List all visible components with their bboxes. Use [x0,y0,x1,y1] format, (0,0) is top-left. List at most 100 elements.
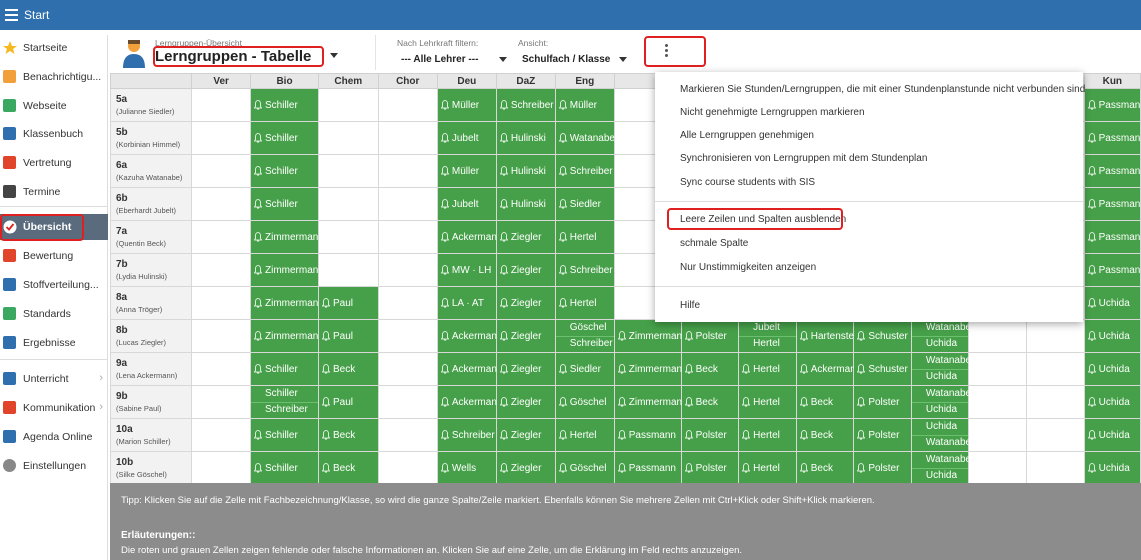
table-cell[interactable]: Jubelt Hertel [738,319,797,353]
column-header[interactable]: DaZ [495,73,556,89]
sidebar-item-bewertung[interactable]: Bewertung [0,243,108,269]
table-cell[interactable] [377,253,438,287]
table-cell[interactable]: Hertel [554,220,615,254]
column-header[interactable]: Eng [554,73,615,89]
sidebar-item-klassenbuch[interactable]: Klassenbuch [0,121,108,147]
table-cell[interactable] [377,385,438,419]
table-cell[interactable] [1026,352,1085,386]
table-cell[interactable]: Passmann [1083,121,1141,155]
table-cell[interactable]: Zimmermann [249,220,324,254]
table-cell[interactable]: Passmann [1083,187,1141,221]
sidebar-item-startseite[interactable]: Startseite [0,35,108,61]
table-cell[interactable] [377,286,438,320]
dropdown-item[interactable]: Markieren Sie Stunden/Lerngruppen, die m… [680,84,1085,95]
table-cell[interactable]: Schiller [249,187,320,221]
table-cell[interactable]: Watanabe Uchida [910,352,971,386]
row-header[interactable]: 10b (Silke Göschel) [109,451,193,485]
table-cell[interactable]: Watanabe [554,121,615,155]
table-cell[interactable] [191,88,251,122]
table-cell[interactable]: Polster [853,451,912,485]
table-cell[interactable] [318,154,379,188]
table-cell[interactable]: Siedler [554,352,615,386]
table-cell[interactable]: Uchida [1083,385,1141,419]
table-cell[interactable]: Zimmermann [613,385,688,419]
table-cell[interactable]: Hulinski [495,154,556,188]
table-cell[interactable]: Beck [680,352,740,386]
table-cell[interactable]: Ackermann [436,385,502,419]
table-cell[interactable]: Schreiber [495,88,556,122]
column-header[interactable]: Chor [377,73,438,89]
table-cell[interactable] [377,352,438,386]
table-cell[interactable]: Paul [318,319,379,353]
table-cell[interactable]: Wells [436,451,497,485]
table-cell[interactable] [968,352,1028,386]
table-cell[interactable]: Beck [318,352,379,386]
table-cell[interactable] [191,253,251,287]
table-cell[interactable]: Schiller [249,88,320,122]
view-select[interactable]: Schulfach / Klasse [522,54,610,65]
table-cell[interactable]: Hertel [738,418,797,452]
table-cell[interactable] [1026,385,1085,419]
row-header[interactable]: 7b (Lydia Hulinski) [109,253,193,287]
table-cell[interactable]: Göschel [554,451,615,485]
table-cell[interactable]: Schreiber [436,418,497,452]
table-cell[interactable]: Uchida Watanabe [910,418,971,452]
table-cell[interactable]: Hertel [738,451,797,485]
view-chevron-icon[interactable] [619,57,627,62]
table-cell[interactable] [377,418,438,452]
table-cell[interactable] [377,154,438,188]
table-cell[interactable]: Schuster [853,319,912,353]
table-cell[interactable] [377,319,438,353]
dropdown-item[interactable]: Synchronisieren von Lerngruppen mit dem … [680,153,927,164]
table-cell[interactable] [377,187,438,221]
dropdown-item[interactable]: Nicht genehmigte Lerngruppen markieren [680,107,865,118]
column-header[interactable]: Ver [191,73,251,89]
table-cell[interactable]: Göschel [554,385,615,419]
table-cell[interactable] [377,121,438,155]
table-cell[interactable] [191,385,251,419]
table-cell[interactable]: Ziegler [495,220,556,254]
row-header[interactable]: 5a (Julianne Siedler) [109,88,193,122]
table-cell[interactable]: Jubelt [436,187,497,221]
row-header[interactable]: 8a (Anna Tröger) [109,286,193,320]
table-cell[interactable]: Beck [795,418,855,452]
table-cell[interactable] [191,286,251,320]
table-cell[interactable]: Ackermann [436,319,502,353]
table-cell[interactable]: Polster [680,319,740,353]
sidebar-item-termine[interactable]: Termine [0,179,108,205]
row-header[interactable]: 9b (Sabine Paul) [109,385,193,419]
table-cell[interactable]: Siedler [554,187,615,221]
table-cell[interactable]: Hertel [554,418,615,452]
table-cell[interactable]: Göschel Schreiber [554,319,615,353]
table-cell[interactable]: Schreiber [554,253,615,287]
column-header[interactable]: Kun [1083,73,1141,89]
table-cell[interactable] [377,88,438,122]
table-cell[interactable]: Polster [680,418,740,452]
table-cell[interactable]: Uchida [1083,418,1141,452]
column-header[interactable]: Bio [249,73,320,89]
table-cell[interactable]: Ziegler [495,253,556,287]
app-title[interactable]: Start [24,8,49,22]
table-cell[interactable]: Hulinski [495,187,556,221]
table-cell[interactable]: Uchida [1083,319,1141,353]
table-cell[interactable]: Passmann [613,418,682,452]
table-cell[interactable] [191,121,251,155]
dropdown-item[interactable]: schmale Spalte [680,238,748,249]
row-header[interactable]: 5b (Korbinian Himmel) [109,121,193,155]
table-cell[interactable]: LA · AT [436,286,497,320]
table-cell[interactable]: Jubelt [436,121,497,155]
sidebar-item-agenda-online[interactable]: Agenda Online [0,424,108,450]
table-cell[interactable]: Hertel [554,286,615,320]
table-cell[interactable]: Ackermann [436,352,502,386]
dropdown-item[interactable]: Hilfe [680,300,700,311]
table-cell[interactable]: Ackermann [436,220,502,254]
table-cell[interactable]: Beck [318,451,379,485]
table-cell[interactable] [318,121,379,155]
table-cell[interactable] [191,220,251,254]
table-cell[interactable]: Watanabe Uchida [910,385,971,419]
table-cell[interactable] [377,220,438,254]
table-cell[interactable]: Hertel [738,385,797,419]
table-cell[interactable]: Schiller [249,418,320,452]
dropdown-item[interactable]: Nur Unstimmigkeiten anzeigen [680,262,816,273]
table-cell[interactable]: Beck [680,385,740,419]
